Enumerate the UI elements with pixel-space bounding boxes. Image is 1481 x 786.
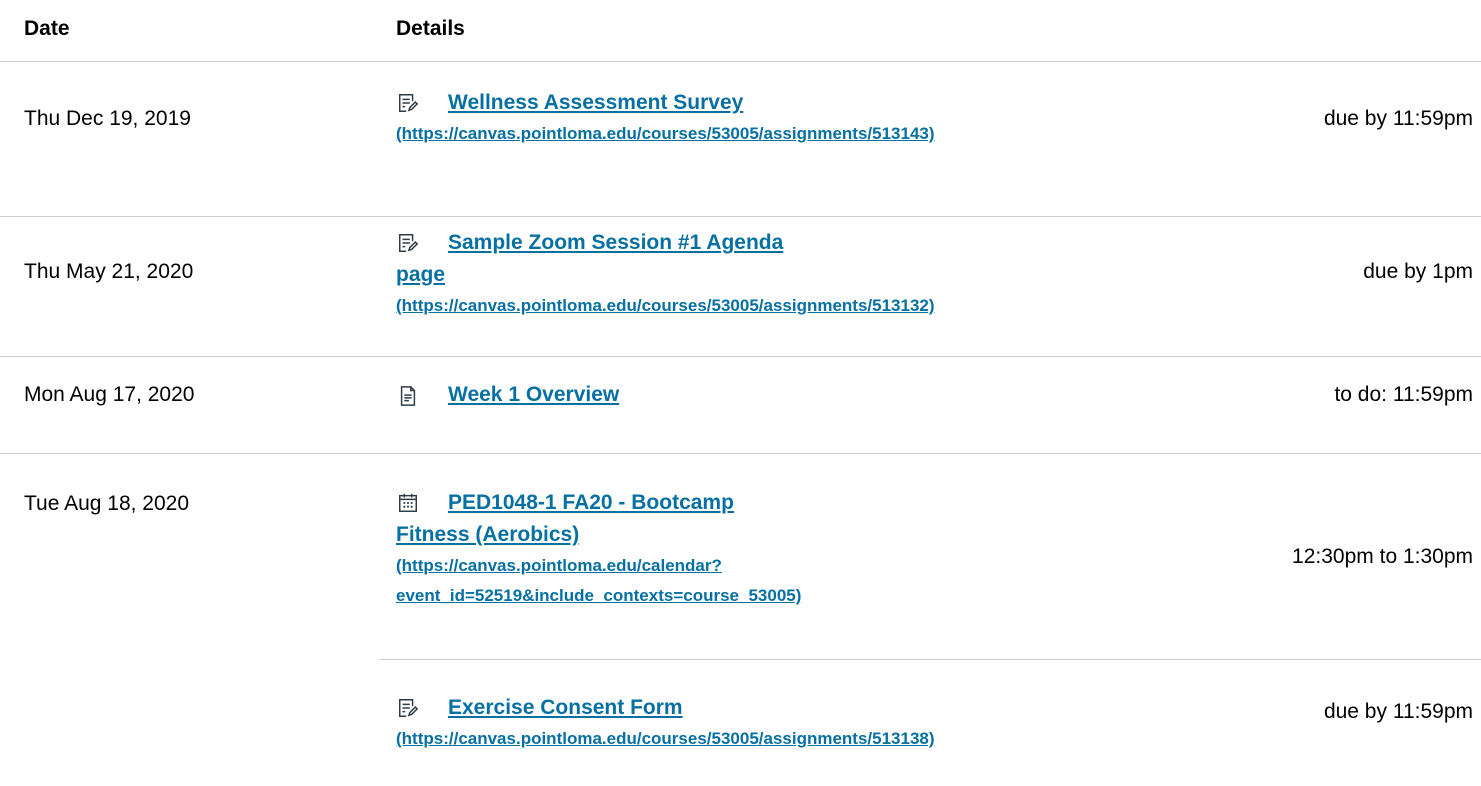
details-column-header: Details (396, 17, 465, 40)
row-date: Mon Aug 17, 2020 (24, 383, 195, 406)
table-row: Exercise Consent Form (https://canvas.po… (0, 660, 1481, 786)
assignment-link[interactable]: Exercise Consent Form (396, 692, 1016, 724)
due-text: due by 1pm (1363, 260, 1473, 283)
table-row: Mon Aug 17, 2020 Week 1 Overview to do: … (0, 357, 1481, 454)
row-date: Thu May 21, 2020 (24, 260, 194, 283)
assignment-url-link[interactable]: (https://canvas.pointloma.edu/courses/53… (396, 119, 1016, 149)
assignment-url-link[interactable]: (https://canvas.pointloma.edu/courses/53… (396, 291, 1016, 321)
due-text: due by 11:59pm (1323, 107, 1473, 130)
table-row: Thu May 21, 2020 Sample Zoom Session #1 … (0, 217, 1481, 357)
syllabus-table: Date Details Thu Dec 19, 2019 Wellness A… (0, 0, 1481, 786)
assignment-link[interactable]: Wellness Assessment Survey (396, 87, 1016, 119)
due-text: to do: 11:59pm (1334, 383, 1473, 406)
page-link[interactable]: Week 1 Overview (396, 379, 1016, 411)
event-url-link[interactable]: (https://canvas.pointloma.edu/calendar? e… (396, 551, 1016, 611)
due-text: due by 11:59pm (1323, 700, 1473, 723)
date-column-header: Date (24, 17, 70, 40)
event-link[interactable]: PED1048-1 FA20 - Bootcamp Fitness (Aerobi… (396, 487, 1016, 551)
table-header: Date Details (0, 0, 1481, 62)
assignment-link[interactable]: Sample Zoom Session #1 Agenda page (396, 227, 1016, 291)
table-row: Tue Aug 18, 2020 PED1048-1 FA20 - Bootca… (0, 454, 1481, 660)
event-time-text: 12:30pm to 1:30pm (1292, 545, 1473, 568)
row-date: Tue Aug 18, 2020 (24, 492, 190, 515)
table-row: Thu Dec 19, 2019 Wellness Assessment Sur… (0, 62, 1481, 217)
assignment-url-link[interactable]: (https://canvas.pointloma.edu/courses/53… (396, 724, 1016, 754)
row-date: Thu Dec 19, 2019 (24, 107, 191, 130)
